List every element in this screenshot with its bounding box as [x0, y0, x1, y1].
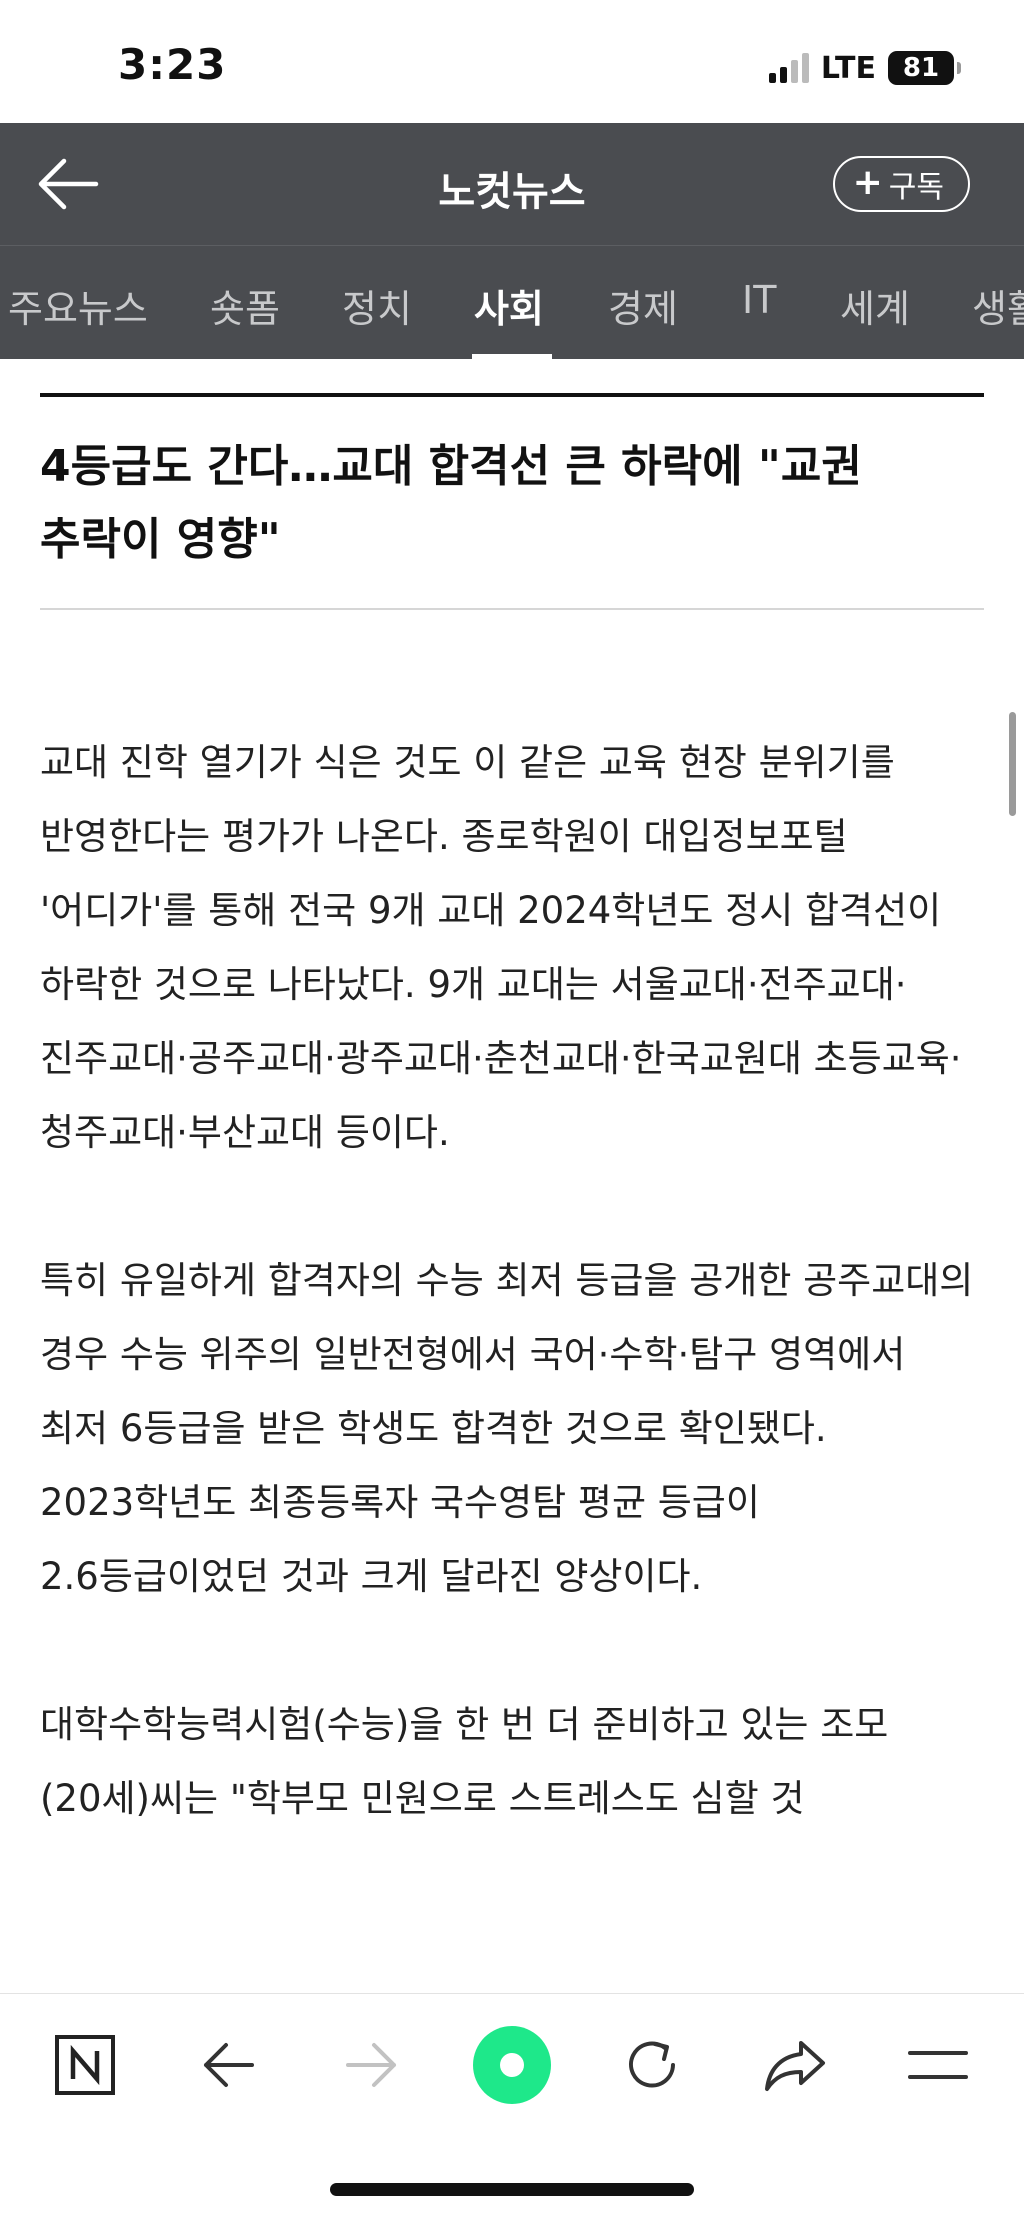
forward-arrow-icon [346, 2043, 396, 2087]
article-paragraph: 특히 유일하게 합격자의 수능 최저 등급을 공개한 공주교대의 경우 수능 위… [40, 1259, 974, 1598]
menu-icon [908, 2051, 968, 2079]
tab-shortform[interactable]: 숏폼 [210, 278, 280, 333]
signal-icon [768, 53, 809, 83]
headline-divider [40, 608, 984, 610]
naver-home-icon [55, 2035, 115, 2095]
article-paragraph: 대학수학능력시험(수능)을 한 번 더 준비하고 있는 조모(20세)씨는 "학… [40, 1703, 889, 1820]
headline-line-1: 4등급도 간다…교대 합격선 큰 하락에 "교권 [40, 441, 862, 492]
tab-main-news[interactable]: 주요뉴스 [8, 278, 148, 333]
back-arrow-icon [204, 2043, 254, 2087]
browser-toolbar [0, 1993, 1024, 2216]
home-indicator [330, 2183, 694, 2196]
tab-economy[interactable]: 경제 [608, 278, 678, 333]
network-label: LTE [820, 50, 876, 86]
tab-life[interactable]: 생활 [972, 278, 1024, 333]
status-time: 3:23 [118, 40, 227, 89]
forward-nav-button[interactable] [327, 2020, 417, 2110]
top-divider [40, 393, 984, 397]
back-arrow-icon [38, 158, 99, 210]
naver-home-button[interactable] [40, 2020, 130, 2110]
status-bar: 3:23 LTE 81 [0, 0, 1024, 123]
battery-level: 81 [902, 53, 940, 83]
back-button[interactable] [34, 151, 104, 217]
headline-line-2: 추락이 영향" [40, 514, 281, 565]
share-button[interactable] [750, 2020, 840, 2110]
scrollbar[interactable] [1009, 712, 1016, 816]
plus-icon: + [852, 161, 883, 203]
refresh-button[interactable] [607, 2020, 697, 2110]
subscribe-label: 구독 [888, 170, 944, 205]
active-tab-indicator [472, 354, 552, 359]
refresh-icon [629, 2041, 675, 2088]
green-dot-icon [473, 2026, 551, 2104]
status-indicators: LTE 81 [768, 48, 961, 88]
share-icon [765, 2041, 825, 2091]
battery-icon: 81 [888, 51, 961, 85]
subscribe-button[interactable]: + 구독 [832, 156, 970, 212]
app-header: 노컷뉴스 + 구독 [0, 123, 1024, 245]
tab-it[interactable]: IT [742, 278, 776, 322]
article-paragraph: 교대 진학 열기가 식은 것도 이 같은 교육 현장 분위기를 반영한다는 평가… [40, 741, 962, 1154]
article-body: 교대 진학 열기가 식은 것도 이 같은 교육 현장 분위기를 반영한다는 평가… [40, 726, 984, 1910]
menu-button[interactable] [893, 2020, 983, 2110]
tab-society[interactable]: 사회 [474, 278, 544, 333]
back-nav-button[interactable] [183, 2020, 273, 2110]
tab-politics[interactable]: 정치 [342, 278, 412, 333]
green-dot-button[interactable] [467, 2020, 557, 2110]
tab-world[interactable]: 세계 [840, 278, 910, 333]
category-tabs: 주요뉴스 숏폼 정치 사회 경제 IT 세계 생활 [0, 245, 1024, 359]
article-headline: 4등급도 간다…교대 합격선 큰 하락에 "교권 추락이 영향" [40, 430, 984, 576]
